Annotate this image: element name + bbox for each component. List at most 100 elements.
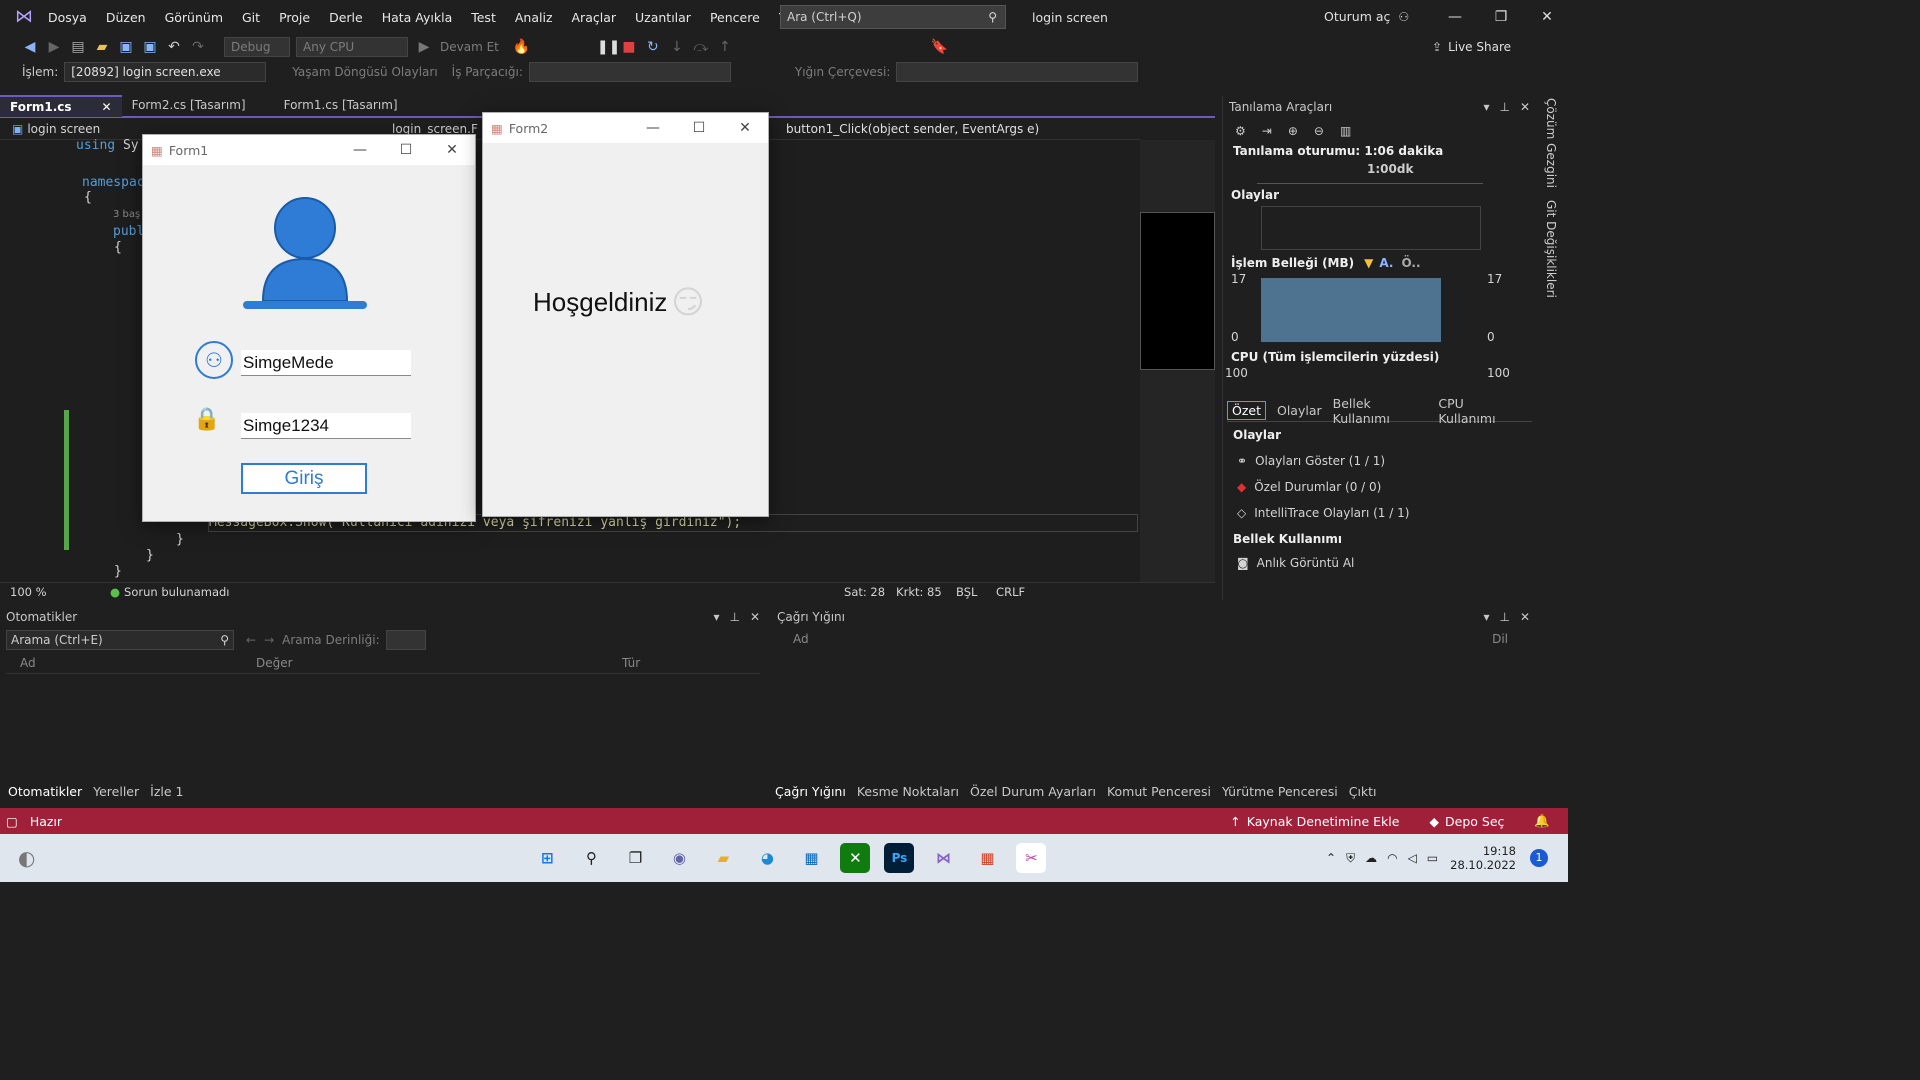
photoshop-icon[interactable]: Ps bbox=[884, 843, 915, 873]
onedrive-icon[interactable]: ☁ bbox=[1365, 851, 1377, 865]
close-icon[interactable]: ✕ bbox=[1520, 606, 1530, 628]
menu-item[interactable]: Uzantılar bbox=[635, 10, 691, 25]
tab-watch1[interactable]: İzle 1 bbox=[150, 784, 183, 799]
menu-item[interactable]: Dosya bbox=[48, 10, 87, 25]
restart-icon[interactable]: ↻ bbox=[645, 39, 661, 55]
member-dropdown[interactable]: button1_Click(object sender, EventArgs e… bbox=[770, 122, 1140, 136]
tab-output[interactable]: Çıktı bbox=[1349, 784, 1377, 799]
close-icon[interactable]: ✕ bbox=[1520, 96, 1530, 118]
wifi-icon[interactable]: ◠ bbox=[1387, 851, 1397, 865]
winforms-app-icon[interactable]: ▦ bbox=[972, 843, 1002, 873]
live-share-button[interactable]: ⇪ Live Share bbox=[1432, 40, 1511, 54]
close-button[interactable]: ✕ bbox=[429, 135, 475, 165]
open-folder-icon[interactable]: ▰ bbox=[94, 39, 110, 55]
back-icon[interactable]: ◀ bbox=[22, 39, 38, 55]
dropdown-icon[interactable]: ▾ bbox=[713, 606, 719, 628]
step-over-icon[interactable]: ⤼ bbox=[693, 39, 709, 55]
settings-icon[interactable]: ⚙ bbox=[1235, 124, 1246, 138]
menu-item[interactable]: Pencere bbox=[710, 10, 760, 25]
xbox-icon[interactable]: ✕ bbox=[840, 843, 871, 873]
step-into-icon[interactable]: ↓ bbox=[669, 39, 685, 55]
minimize-button[interactable]: — bbox=[630, 113, 676, 143]
pause-icon[interactable]: ❚❚ bbox=[597, 39, 620, 55]
memory-title[interactable]: İşlem Belleği (MB) bbox=[1231, 256, 1354, 270]
stop-icon[interactable]: ■ bbox=[621, 39, 637, 55]
search-icon[interactable]: ⚲ bbox=[576, 843, 606, 873]
tab-call-stack[interactable]: Çağrı Yığını bbox=[775, 784, 846, 799]
pin-icon[interactable]: ⊥ bbox=[1499, 606, 1509, 628]
tab-summary[interactable]: Özet bbox=[1227, 401, 1266, 420]
redo-icon[interactable]: ↷ bbox=[190, 39, 206, 55]
codelens-refs[interactable]: 3 baş bbox=[113, 209, 140, 220]
teams-icon[interactable]: ◉ bbox=[664, 843, 694, 873]
depth-select[interactable] bbox=[385, 630, 426, 650]
menu-item[interactable]: Proje bbox=[279, 10, 310, 25]
config-select[interactable]: Debug bbox=[224, 37, 290, 57]
zoom-in-icon[interactable]: ⊕ bbox=[1288, 124, 1298, 138]
form1-titlebar[interactable]: ▦ Form1 — ☐ ✕ bbox=[143, 135, 475, 165]
back-icon[interactable]: ← bbox=[246, 633, 256, 647]
maximize-button[interactable]: ☐ bbox=[676, 113, 722, 143]
username-field[interactable]: SimgeMede bbox=[241, 350, 411, 376]
col-name[interactable]: Ad bbox=[771, 632, 1492, 646]
snapshot-button[interactable]: ◙ Anlık Görüntü Al bbox=[1223, 552, 1536, 574]
file-explorer-icon[interactable]: ▰ bbox=[708, 843, 738, 873]
maximize-button[interactable]: ❐ bbox=[1478, 2, 1524, 32]
git-changes-tab[interactable]: Git Değişiklikleri bbox=[1544, 200, 1558, 298]
tab-breakpoints[interactable]: Kesme Noktaları bbox=[857, 784, 959, 799]
events-section-title[interactable]: Olaylar bbox=[1223, 184, 1536, 206]
platform-select[interactable]: Any CPU bbox=[296, 37, 408, 57]
continue-icon[interactable]: ▶ bbox=[416, 39, 432, 55]
tab-events[interactable]: Olaylar bbox=[1277, 403, 1322, 418]
autos-search[interactable]: Arama (Ctrl+E) ⚲ bbox=[6, 630, 234, 650]
minimize-button[interactable]: — bbox=[1432, 2, 1478, 32]
tab-form1-cs[interactable]: Form1.cs ✕ bbox=[0, 95, 122, 117]
minimize-button[interactable]: — bbox=[337, 135, 383, 165]
undo-icon[interactable]: ↶ bbox=[166, 39, 182, 55]
weather-icon[interactable]: ◐ bbox=[18, 846, 35, 870]
close-icon[interactable]: ✕ bbox=[102, 97, 112, 117]
snipping-tool-icon[interactable]: ✂ bbox=[1016, 843, 1047, 873]
password-field[interactable]: Simge1234 bbox=[241, 413, 411, 439]
tab-autos[interactable]: Otomatikler bbox=[8, 784, 82, 799]
intellitrace-link[interactable]: ◇ IntelliTrace Olayları (1 / 1) bbox=[1223, 500, 1536, 526]
select-repo[interactable]: Depo Seç bbox=[1445, 814, 1504, 829]
show-events-link[interactable]: ⚭ Olayları Göster (1 / 1) bbox=[1223, 448, 1536, 474]
vs-logo-icon[interactable]: ⋈ bbox=[12, 7, 36, 27]
chevron-up-icon[interactable]: ⌃ bbox=[1326, 851, 1336, 865]
edge-icon[interactable]: ◕ bbox=[752, 843, 782, 873]
close-button[interactable]: ✕ bbox=[722, 113, 768, 143]
pin-icon[interactable]: ⊥ bbox=[729, 606, 739, 628]
account-icon[interactable]: ⚇ bbox=[1398, 10, 1409, 24]
login-button[interactable]: Giriş bbox=[241, 463, 367, 494]
store-icon[interactable]: ▦ bbox=[796, 843, 826, 873]
exceptions-link[interactable]: ◆ Özel Durumlar (0 / 0) bbox=[1223, 474, 1536, 500]
search-box[interactable]: Ara (Ctrl+Q) ⚲ bbox=[780, 5, 1006, 29]
tab-command-window[interactable]: Komut Penceresi bbox=[1107, 784, 1211, 799]
search-input[interactable]: Arama (Ctrl+E) bbox=[11, 633, 220, 647]
forward-icon[interactable]: → bbox=[264, 633, 274, 647]
minimap-viewport[interactable] bbox=[1140, 212, 1215, 370]
lifecycle-events[interactable]: Yaşam Döngüsü Olayları bbox=[292, 65, 437, 79]
stack-frame-select[interactable] bbox=[896, 62, 1139, 82]
menu-item[interactable]: Düzen bbox=[106, 10, 146, 25]
step-out-icon[interactable]: ↑ bbox=[717, 39, 733, 55]
form2-titlebar[interactable]: ▦ Form2 — ☐ ✕ bbox=[483, 113, 768, 143]
bookmark-icon[interactable]: 🔖 bbox=[931, 39, 948, 55]
new-project-icon[interactable]: ▤ bbox=[70, 39, 86, 55]
line-ending[interactable]: CRLF bbox=[996, 585, 1025, 599]
continue-button[interactable]: Devam Et bbox=[440, 40, 499, 54]
volume-icon[interactable]: ◁ bbox=[1408, 851, 1417, 865]
tab-exception-settings[interactable]: Özel Durum Ayarları bbox=[970, 784, 1096, 799]
solution-explorer-tab[interactable]: Çözüm Gezgini bbox=[1544, 98, 1558, 188]
signin-label[interactable]: Oturum aç bbox=[1324, 9, 1390, 24]
tab-form2-design[interactable]: Form2.cs [Tasarım] bbox=[122, 95, 274, 117]
forward-icon[interactable]: ▶ bbox=[46, 39, 62, 55]
pin-icon[interactable]: ⊥ bbox=[1499, 96, 1509, 118]
tab-form1-design[interactable]: Form1.cs [Tasarım] bbox=[274, 95, 408, 117]
save-all-icon[interactable]: ▣ bbox=[142, 39, 158, 55]
col-name[interactable]: Ad bbox=[6, 656, 256, 670]
task-view-icon[interactable]: ❐ bbox=[620, 843, 650, 873]
dropdown-icon[interactable]: ▾ bbox=[1483, 606, 1489, 628]
export-icon[interactable]: ⇥ bbox=[1262, 124, 1272, 138]
